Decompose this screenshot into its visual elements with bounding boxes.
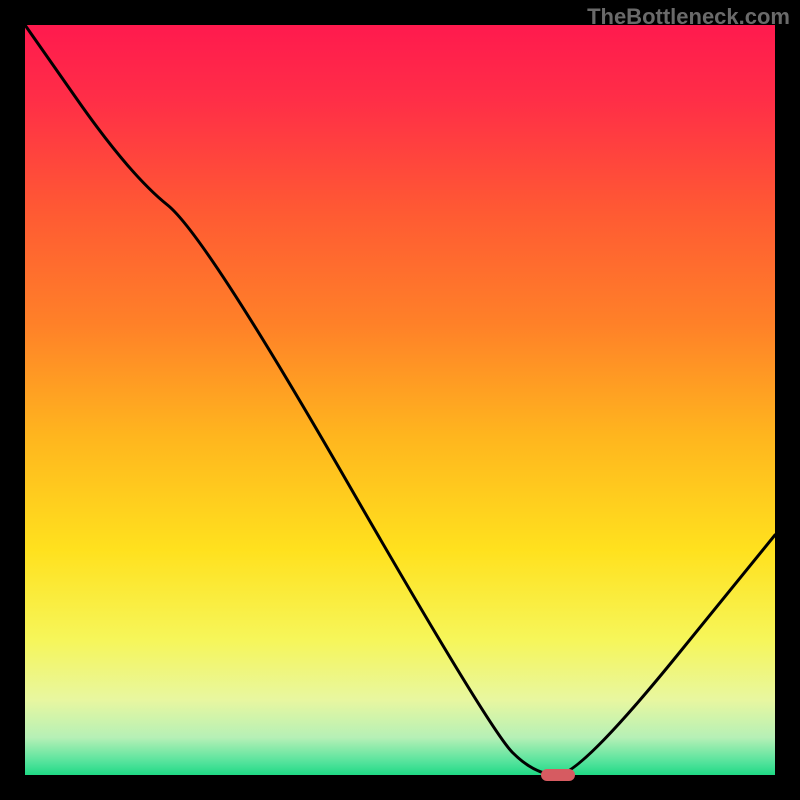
chart-plot [25, 25, 775, 775]
chart-frame [25, 25, 775, 775]
watermark-label: TheBottleneck.com [587, 4, 790, 30]
optimal-marker [541, 769, 575, 781]
chart-background [25, 25, 775, 775]
